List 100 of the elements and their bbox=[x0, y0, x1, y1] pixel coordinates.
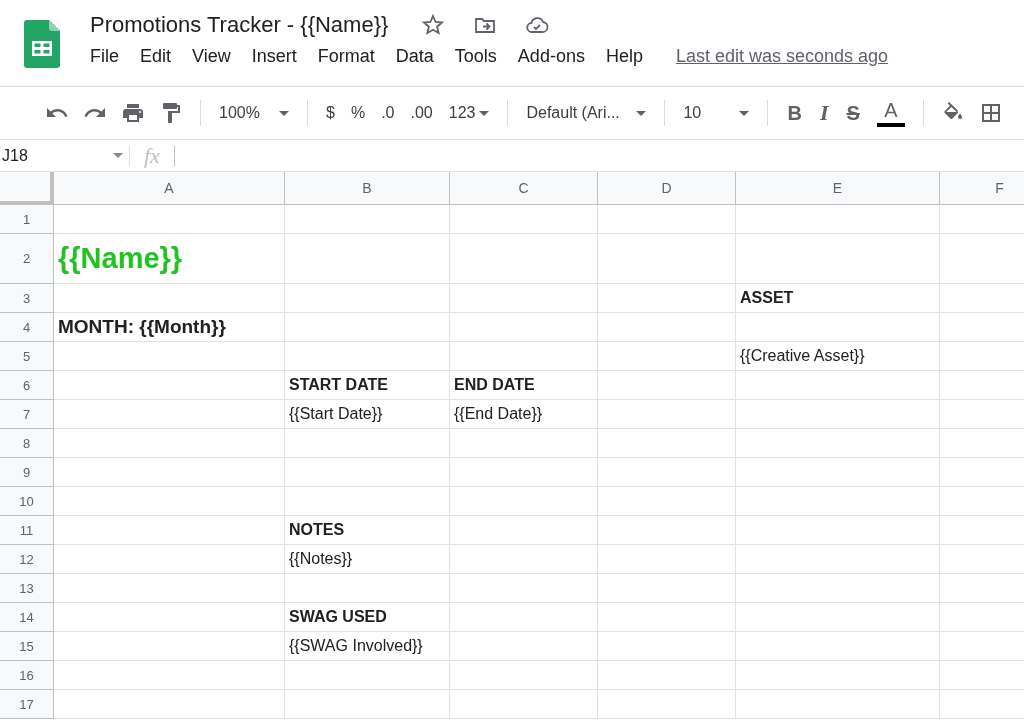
strikethrough-button[interactable]: S bbox=[837, 101, 869, 125]
row-header[interactable]: 17 bbox=[0, 690, 54, 719]
empty-cell[interactable] bbox=[450, 234, 598, 284]
row-header[interactable]: 14 bbox=[0, 603, 54, 632]
table-cell[interactable]: NOTES bbox=[285, 516, 450, 545]
empty-cell[interactable] bbox=[598, 284, 736, 313]
empty-cell[interactable] bbox=[736, 487, 940, 516]
row-header[interactable]: 13 bbox=[0, 574, 54, 603]
row-header[interactable]: 10 bbox=[0, 487, 54, 516]
row-header[interactable]: 5 bbox=[0, 342, 54, 371]
empty-cell[interactable] bbox=[736, 234, 940, 284]
empty-cell[interactable] bbox=[598, 429, 736, 458]
table-cell[interactable]: MONTH: {{Month}} bbox=[54, 313, 285, 342]
empty-cell[interactable] bbox=[736, 205, 940, 234]
sheets-logo-icon[interactable] bbox=[24, 20, 60, 68]
row-header[interactable]: 15 bbox=[0, 632, 54, 661]
empty-cell[interactable] bbox=[598, 574, 736, 603]
number-format-dropdown[interactable]: 123 bbox=[440, 104, 498, 122]
empty-cell[interactable] bbox=[736, 690, 940, 719]
empty-cell[interactable] bbox=[450, 574, 598, 603]
empty-cell[interactable] bbox=[285, 205, 450, 234]
select-all-corner[interactable] bbox=[0, 172, 54, 205]
table-cell[interactable]: {{Start Date}} bbox=[285, 400, 450, 429]
empty-cell[interactable] bbox=[598, 632, 736, 661]
table-cell[interactable]: END DATE bbox=[450, 371, 598, 400]
empty-cell[interactable] bbox=[450, 205, 598, 234]
empty-cell[interactable] bbox=[285, 487, 450, 516]
bold-button[interactable]: B bbox=[778, 101, 811, 125]
menu-item[interactable]: Edit bbox=[140, 46, 172, 67]
print-icon[interactable] bbox=[121, 101, 145, 125]
empty-cell[interactable] bbox=[736, 516, 940, 545]
column-header[interactable]: A bbox=[54, 172, 285, 205]
row-header[interactable]: 1 bbox=[0, 205, 54, 234]
empty-cell[interactable] bbox=[450, 545, 598, 574]
column-header[interactable]: F bbox=[940, 172, 1024, 205]
table-cell[interactable]: START DATE bbox=[285, 371, 450, 400]
empty-cell[interactable] bbox=[285, 342, 450, 371]
empty-cell[interactable] bbox=[450, 516, 598, 545]
empty-cell[interactable] bbox=[598, 313, 736, 342]
column-header[interactable]: E bbox=[736, 172, 940, 205]
row-header[interactable]: 11 bbox=[0, 516, 54, 545]
empty-cell[interactable] bbox=[598, 661, 736, 690]
empty-cell[interactable] bbox=[598, 487, 736, 516]
empty-cell[interactable] bbox=[736, 429, 940, 458]
empty-cell[interactable] bbox=[736, 574, 940, 603]
empty-cell[interactable] bbox=[598, 371, 736, 400]
row-header[interactable]: 16 bbox=[0, 661, 54, 690]
empty-cell[interactable] bbox=[285, 574, 450, 603]
currency-format-button[interactable]: $ bbox=[318, 104, 343, 122]
row-header[interactable]: 9 bbox=[0, 458, 54, 487]
name-box[interactable]: J18 bbox=[0, 144, 130, 167]
empty-cell[interactable] bbox=[598, 400, 736, 429]
last-edit-link[interactable]: Last edit was seconds ago bbox=[675, 46, 889, 67]
empty-cell[interactable] bbox=[598, 342, 736, 371]
empty-cell[interactable] bbox=[598, 603, 736, 632]
row-header[interactable]: 8 bbox=[0, 429, 54, 458]
row-header[interactable]: 6 bbox=[0, 371, 54, 400]
font-size-dropdown[interactable]: 10 bbox=[675, 104, 758, 122]
empty-cell[interactable] bbox=[450, 690, 598, 719]
empty-cell[interactable] bbox=[285, 284, 450, 313]
row-header[interactable]: 7 bbox=[0, 400, 54, 429]
row-header[interactable]: 12 bbox=[0, 545, 54, 574]
table-cell[interactable]: {{Notes}} bbox=[285, 545, 450, 574]
row-header[interactable]: 3 bbox=[0, 284, 54, 313]
empty-cell[interactable] bbox=[450, 632, 598, 661]
menu-item[interactable]: Help bbox=[605, 46, 643, 67]
table-cell[interactable]: {{Creative Asset}} bbox=[736, 342, 940, 371]
menu-item[interactable]: Add-ons bbox=[517, 46, 585, 67]
empty-cell[interactable] bbox=[736, 371, 940, 400]
table-cell[interactable]: ASSET bbox=[736, 284, 940, 313]
italic-button[interactable]: I bbox=[810, 100, 838, 126]
menu-item[interactable]: File bbox=[90, 46, 119, 67]
empty-cell[interactable] bbox=[450, 603, 598, 632]
empty-cell[interactable] bbox=[736, 400, 940, 429]
menu-item[interactable]: Format bbox=[317, 46, 375, 67]
empty-cell[interactable] bbox=[450, 284, 598, 313]
empty-cell[interactable] bbox=[598, 545, 736, 574]
text-color-button[interactable]: A bbox=[868, 99, 913, 127]
empty-cell[interactable] bbox=[598, 458, 736, 487]
empty-cell[interactable] bbox=[736, 603, 940, 632]
menu-item[interactable]: Tools bbox=[454, 46, 497, 67]
empty-cell[interactable] bbox=[285, 690, 450, 719]
empty-cell[interactable] bbox=[450, 487, 598, 516]
empty-cell[interactable] bbox=[450, 342, 598, 371]
increase-decimal-button[interactable]: .00 bbox=[402, 104, 441, 122]
empty-cell[interactable] bbox=[450, 429, 598, 458]
document-title[interactable]: Promotions Tracker - {{Name}} bbox=[90, 12, 389, 38]
empty-cell[interactable] bbox=[736, 632, 940, 661]
zoom-dropdown[interactable]: 100% bbox=[211, 104, 297, 122]
empty-cell[interactable] bbox=[450, 313, 598, 342]
empty-cell[interactable] bbox=[598, 234, 736, 284]
font-dropdown[interactable]: Default (Ari... bbox=[518, 104, 655, 122]
star-icon[interactable] bbox=[421, 13, 446, 37]
row-header[interactable]: 2 bbox=[0, 234, 54, 284]
empty-cell[interactable] bbox=[736, 661, 940, 690]
menu-item[interactable]: Data bbox=[395, 46, 434, 67]
menu-item[interactable]: Insert bbox=[251, 46, 297, 67]
empty-cell[interactable] bbox=[450, 458, 598, 487]
decrease-decimal-button[interactable]: .0 bbox=[373, 104, 403, 122]
empty-cell[interactable] bbox=[285, 458, 450, 487]
